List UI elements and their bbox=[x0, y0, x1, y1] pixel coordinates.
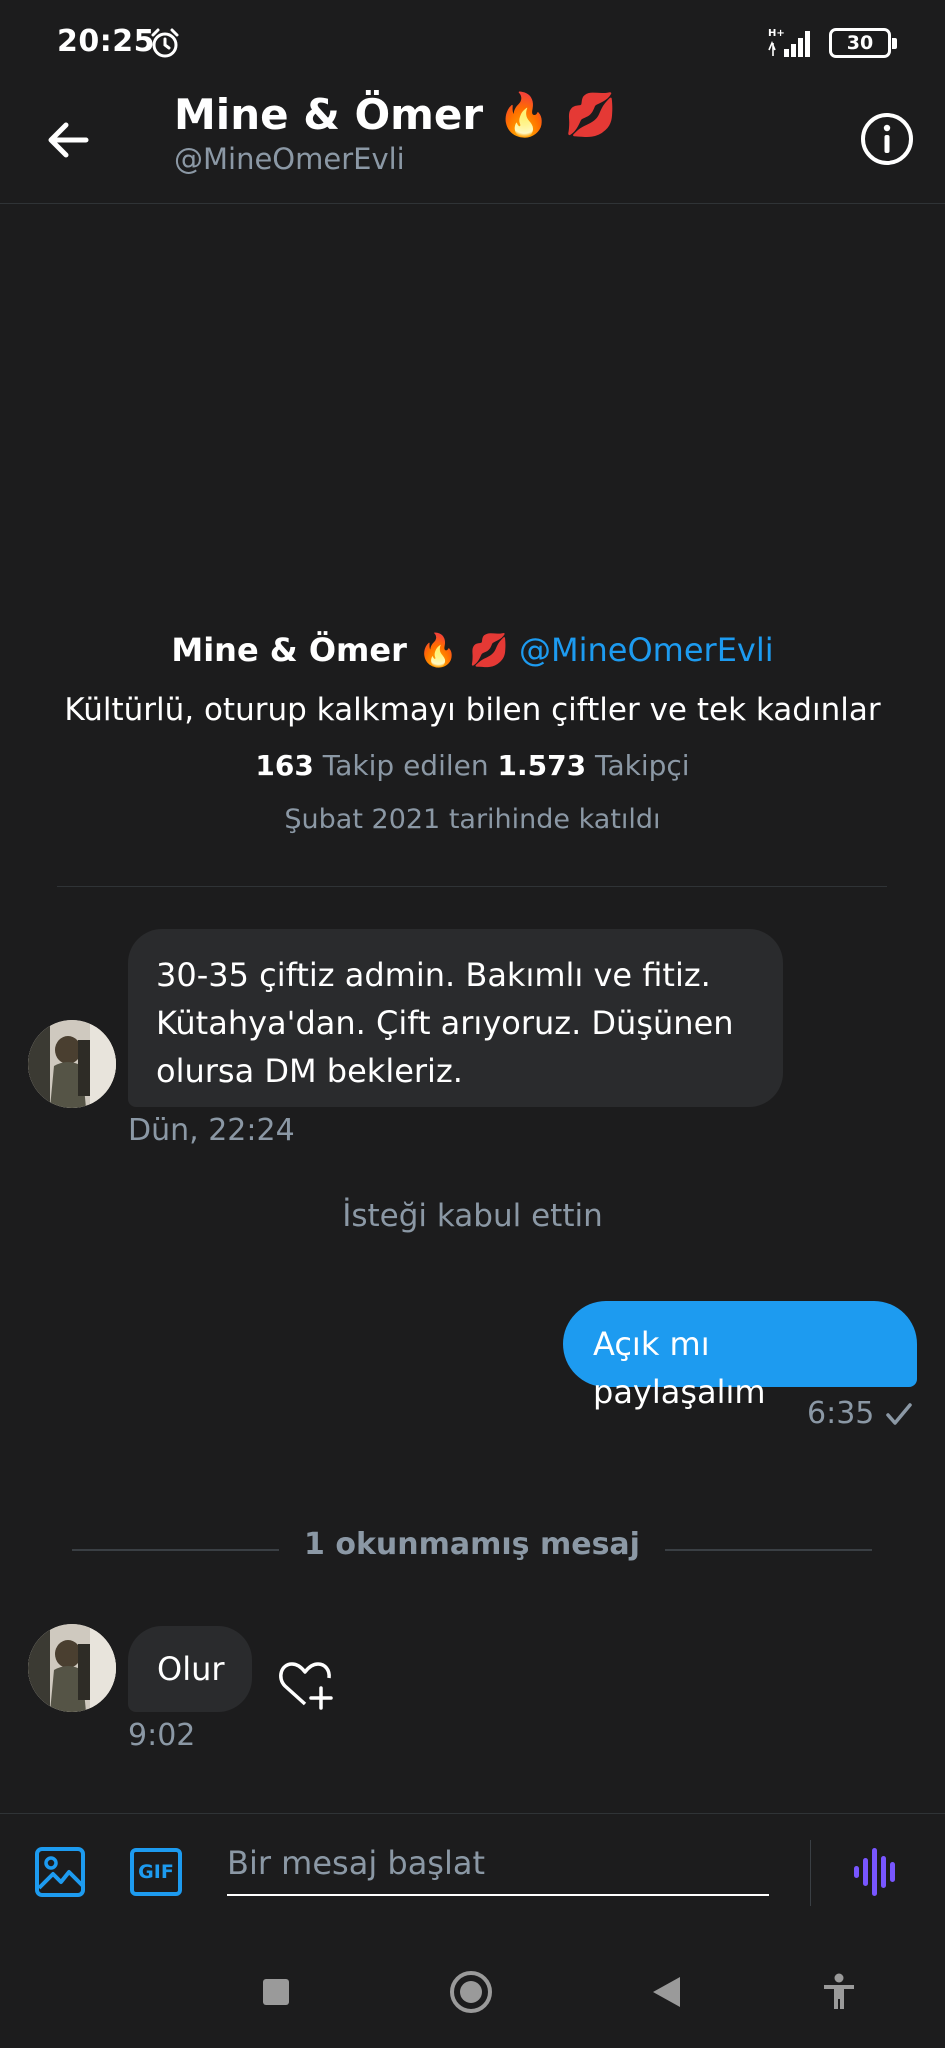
composer-divider bbox=[810, 1840, 811, 1906]
message-timestamp: 6:35 bbox=[807, 1396, 875, 1431]
unread-separator-label: 1 okunmamış mesaj bbox=[304, 1527, 640, 1562]
followers-count: 1.573 bbox=[497, 749, 587, 782]
voice-icon[interactable] bbox=[852, 1846, 902, 1898]
avatar-photo bbox=[28, 1624, 116, 1712]
header-handle[interactable]: @MineOmerEvli bbox=[174, 142, 405, 176]
header-title[interactable]: Mine & Ömer 🔥 💋 bbox=[174, 90, 617, 140]
heart-plus-icon[interactable] bbox=[275, 1656, 335, 1712]
recent-apps-button[interactable] bbox=[263, 1979, 289, 2005]
message-timestamp: Dün, 22:24 bbox=[128, 1113, 295, 1148]
message-bubble-outgoing[interactable]: Açık mı paylaşalım bbox=[563, 1301, 917, 1411]
message-composer: GIF bbox=[0, 1813, 945, 1929]
nav-back-icon[interactable] bbox=[650, 1975, 682, 2009]
following-count: 163 bbox=[255, 749, 314, 782]
unread-line-right bbox=[665, 1549, 872, 1551]
avatar-photo bbox=[28, 1020, 116, 1108]
message-text: Açık mı paylaşalım bbox=[593, 1325, 766, 1411]
profile-divider bbox=[57, 886, 887, 887]
unread-separator: 1 okunmamış mesaj bbox=[72, 1527, 872, 1571]
avatar[interactable] bbox=[28, 1624, 116, 1712]
profile-name: Mine & Ömer 🔥 💋 bbox=[171, 631, 509, 669]
info-icon[interactable] bbox=[858, 110, 916, 168]
gif-icon[interactable]: GIF bbox=[130, 1848, 182, 1896]
home-button[interactable] bbox=[450, 1971, 492, 2013]
following-label: Takip edilen bbox=[322, 749, 489, 782]
back-arrow-icon[interactable] bbox=[42, 114, 94, 166]
profile-bio: Kültürlü, oturup kalkmayı bilen çiftler … bbox=[64, 692, 881, 728]
system-nav-bar bbox=[0, 1929, 945, 2048]
accessibility-icon[interactable] bbox=[822, 1973, 856, 2011]
followers-label: Takipçi bbox=[595, 749, 690, 782]
message-bubble-incoming[interactable]: 30-35 çiftiz admin. Bakımlı ve fitiz. Kü… bbox=[128, 929, 783, 1107]
profile-handle: @MineOmerEvli bbox=[519, 631, 774, 669]
system-note: İsteği kabul ettin bbox=[342, 1198, 603, 1234]
message-timestamp: 9:02 bbox=[128, 1718, 196, 1753]
message-text: Olur bbox=[157, 1650, 225, 1688]
status-time: 20:25 bbox=[57, 24, 155, 59]
checkmark-icon bbox=[886, 1403, 912, 1425]
conversation-header: Mine & Ömer 🔥 💋 @MineOmerEvli bbox=[0, 86, 945, 204]
profile-stats: 163 Takip edilen 1.573 Takipçi bbox=[0, 737, 945, 795]
profile-joined-date: Şubat 2021 tarihinde katıldı bbox=[284, 804, 661, 835]
message-bubble-incoming[interactable]: Olur bbox=[128, 1626, 252, 1712]
signal-icon: H+ bbox=[768, 28, 810, 57]
alarm-icon bbox=[151, 28, 179, 58]
profile-summary: Mine & Ömer 🔥 💋 @MineOmerEvli Kültürlü, … bbox=[0, 620, 945, 845]
image-icon[interactable] bbox=[34, 1846, 86, 1898]
message-text: 30-35 çiftiz admin. Bakımlı ve fitiz. Kü… bbox=[156, 956, 734, 1090]
status-bar: 20:25 H+ 30 bbox=[0, 0, 945, 86]
battery-indicator: 30 bbox=[829, 28, 897, 58]
network-type-label: H+ bbox=[768, 28, 785, 39]
message-input[interactable] bbox=[227, 1832, 769, 1896]
profile-name-line[interactable]: Mine & Ömer 🔥 💋 @MineOmerEvli bbox=[0, 620, 945, 680]
dm-conversation-screen: 20:25 H+ 30 Mine & Ömer 🔥 💋 @MineOmerEvl… bbox=[0, 0, 945, 2048]
avatar[interactable] bbox=[28, 1020, 116, 1108]
